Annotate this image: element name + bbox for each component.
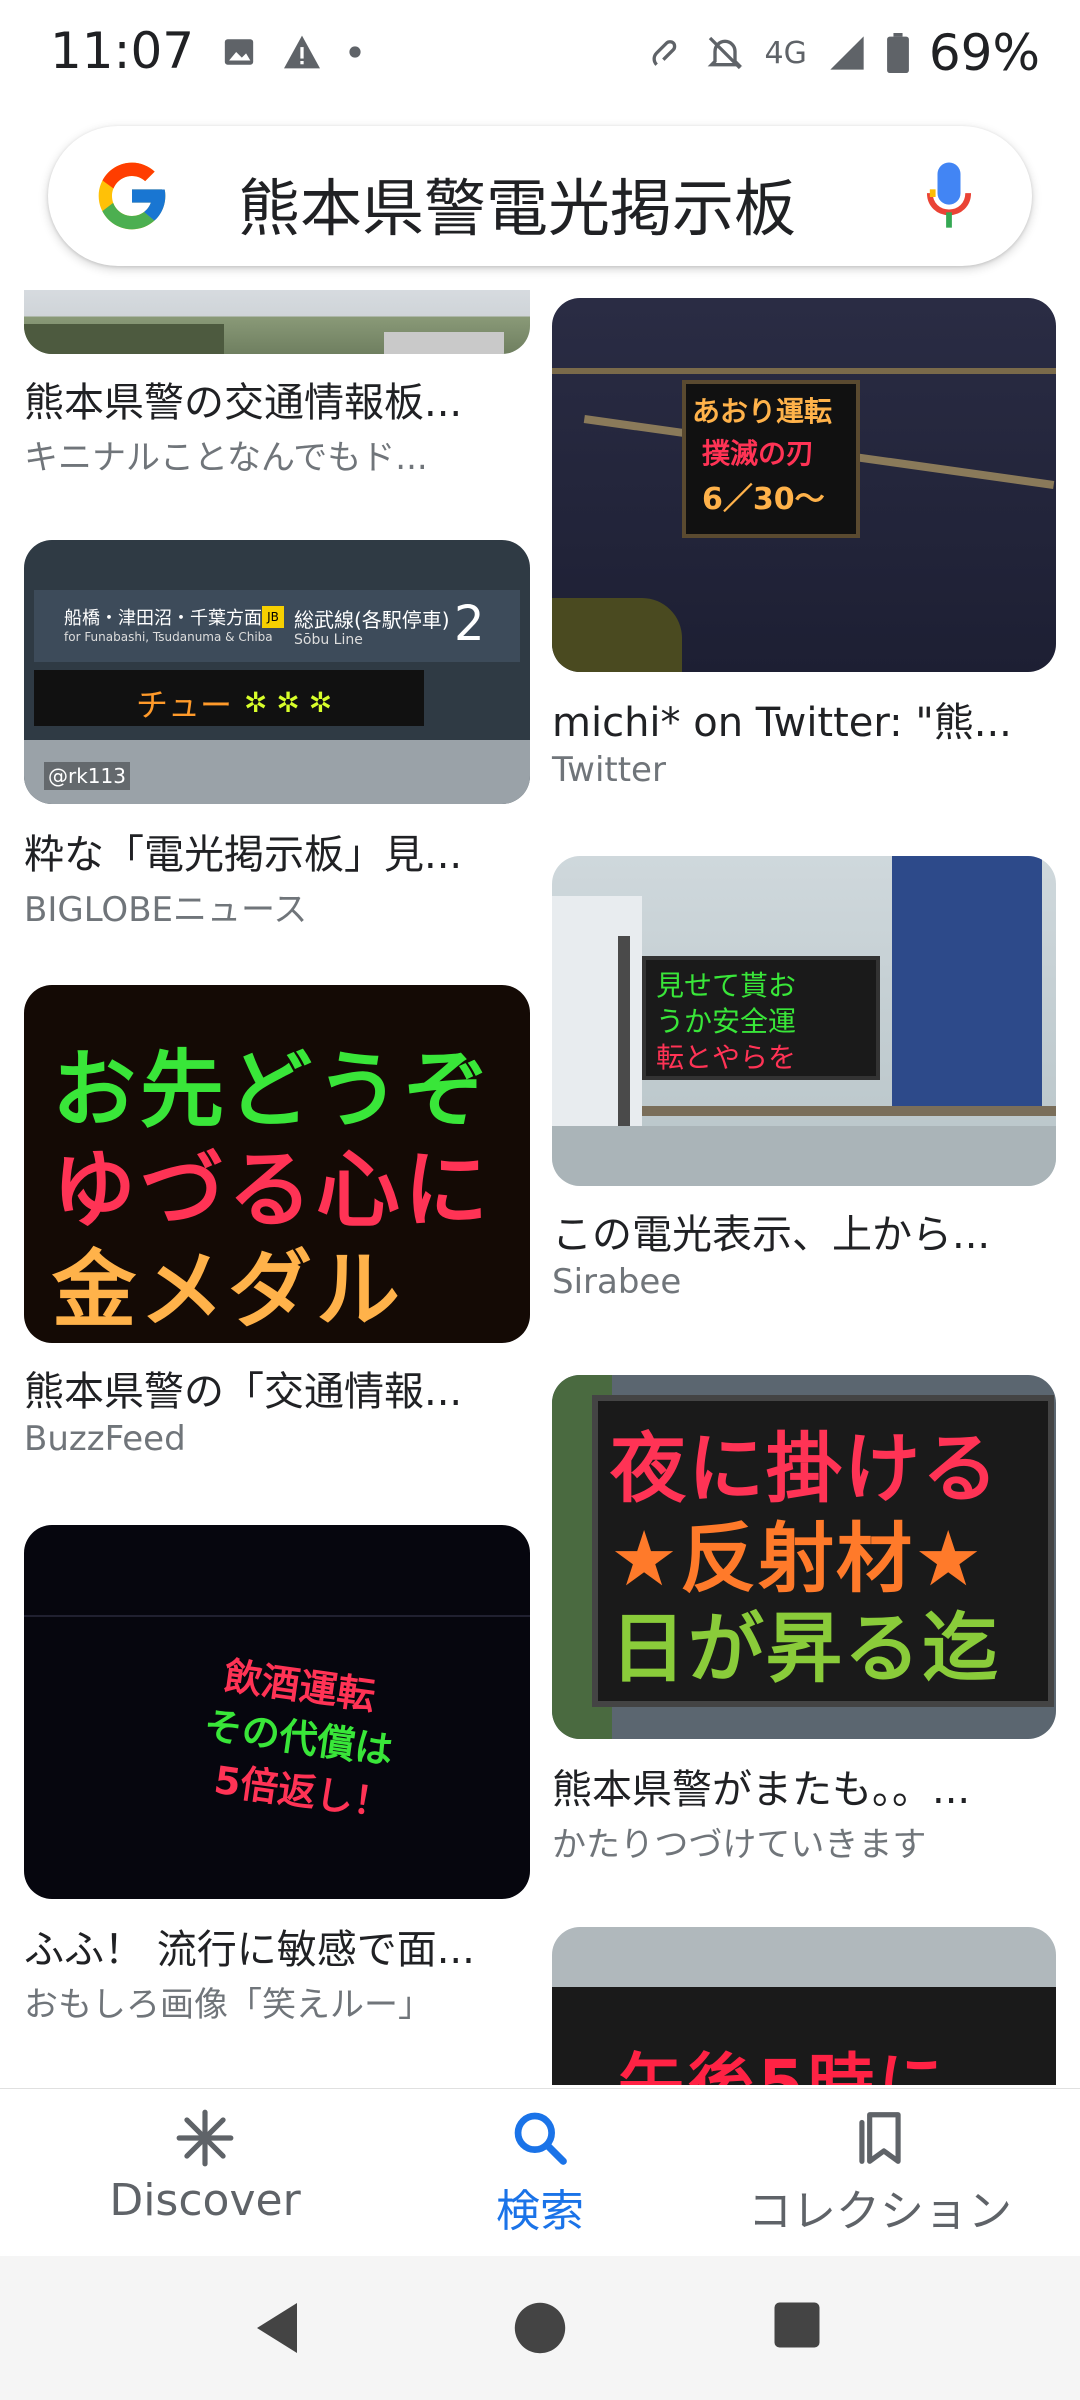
result-thumbnail[interactable]: 船橋・津田沼・千葉方面 for Funabashi, Tsudanuma & C… bbox=[24, 540, 530, 804]
result-thumbnail[interactable]: 午後5時に bbox=[552, 1927, 1056, 2085]
result-source: BIGLOBEニュース bbox=[24, 890, 308, 930]
result-title[interactable]: 熊本県警の「交通情報... bbox=[24, 1359, 462, 1417]
status-bar: 11:07 4G 69% bbox=[0, 0, 1080, 100]
network-type: 4G bbox=[764, 35, 807, 71]
image-results-grid: 熊本県警の交通情報板... キニナルことなんでもド... 船橋・津田沼・千葉方面… bbox=[0, 290, 1080, 2085]
nav-discover[interactable]: Discover bbox=[100, 2107, 310, 2226]
result-title[interactable]: ふふ！ 流行に敏感で面... bbox=[24, 1917, 475, 1975]
google-logo-icon bbox=[98, 162, 166, 230]
bottom-navigation: Discover 検索 コレクション bbox=[0, 2088, 1080, 2257]
system-navigation-bar bbox=[0, 2256, 1080, 2400]
led-line-3: 6／30～ bbox=[702, 482, 825, 517]
nfc-icon bbox=[652, 40, 676, 66]
result-title[interactable]: 粋な「電光掲示板」見... bbox=[24, 822, 462, 880]
asterisk-icon bbox=[176, 2109, 234, 2167]
led-line-3: 日が昇る迄 bbox=[610, 1604, 1000, 1693]
mute-icon bbox=[707, 36, 742, 70]
line-name-text: 総武線(各駅停車) bbox=[294, 608, 450, 632]
result-thumbnail[interactable]: 飲酒運転 その代償は 5倍返し！ bbox=[24, 1525, 530, 1899]
nav-collections[interactable]: コレクション bbox=[720, 2107, 1040, 2239]
led-line-1: 見せて貰お bbox=[656, 969, 797, 1002]
result-title[interactable]: 熊本県警の交通情報板... bbox=[24, 370, 462, 428]
result-card[interactable]: あおり運転 撲滅の刃 6／30～ michi* on Twitter: "熊..… bbox=[552, 298, 1056, 818]
home-icon[interactable] bbox=[512, 2300, 568, 2356]
result-card[interactable]: 夜に掛ける ★反射材★ 日が昇る迄 熊本県警がまたも。。... かたりつづけてい… bbox=[552, 1375, 1056, 1865]
result-source: かたりつづけていきます bbox=[552, 1825, 927, 1865]
collections-icon bbox=[859, 2112, 901, 2164]
led-line-3: 金メダル bbox=[52, 1241, 405, 1339]
nav-search[interactable]: 検索 bbox=[450, 2107, 630, 2239]
line-name-en: Sōbu Line bbox=[294, 632, 363, 648]
search-query-text[interactable]: 熊本県警電光掲示板 bbox=[238, 158, 796, 248]
battery-percent: 69% bbox=[928, 24, 1040, 82]
battery-icon bbox=[886, 33, 909, 73]
result-title[interactable]: 熊本県警がまたも。。... bbox=[552, 1757, 970, 1815]
result-card[interactable]: 飲酒運転 その代償は 5倍返し！ ふふ！ 流行に敏感で面... おもしろ画像「笑… bbox=[24, 1525, 530, 2025]
result-card[interactable]: 見せて貰お うか安全運 転とやらを この電光表示、上から... Sirabee bbox=[552, 856, 1056, 1326]
result-thumbnail[interactable]: お先どうぞ ゆづる心に 金メダル bbox=[24, 985, 530, 1343]
dot-icon bbox=[349, 46, 361, 58]
line-badge: JB bbox=[262, 606, 284, 628]
notification-icons bbox=[222, 34, 362, 70]
result-thumbnail[interactable]: 見せて貰お うか安全運 転とやらを bbox=[552, 856, 1056, 1186]
status-time: 11:07 bbox=[50, 22, 195, 80]
sign-direction-text: 船橋・津田沼・千葉方面 bbox=[64, 608, 262, 629]
search-icon bbox=[514, 2112, 567, 2165]
result-source: おもしろ画像「笑えルー」 bbox=[24, 1985, 432, 2025]
platform-number: 2 bbox=[454, 596, 485, 652]
led-ticker-text: チュー bbox=[136, 686, 233, 724]
led-line-1: 午後5時に bbox=[618, 2046, 948, 2085]
signal-icon bbox=[830, 36, 864, 70]
result-thumbnail[interactable] bbox=[24, 290, 530, 354]
result-thumbnail[interactable]: あおり運転 撲滅の刃 6／30～ bbox=[552, 298, 1056, 672]
nav-search-label: 検索 bbox=[496, 2186, 584, 2237]
image-notification-icon bbox=[224, 39, 254, 65]
result-thumbnail[interactable]: 夜に掛ける ★反射材★ 日が昇る迄 bbox=[552, 1375, 1056, 1739]
led-line-1: あおり運転 bbox=[692, 395, 833, 428]
nav-discover-label: Discover bbox=[109, 2175, 301, 2226]
led-line-3: 転とやらを bbox=[656, 1041, 797, 1074]
result-card[interactable]: 午後5時に bbox=[552, 1927, 1056, 2085]
system-status-icons: 4G 69% bbox=[645, 24, 1040, 82]
led-line-2: うか安全運 bbox=[656, 1005, 797, 1038]
result-title[interactable]: この電光表示、上から... bbox=[552, 1202, 990, 1260]
result-title[interactable]: michi* on Twitter: "熊... bbox=[552, 690, 1012, 748]
mic-icon[interactable] bbox=[926, 162, 972, 232]
led-line-2: 撲滅の刃 bbox=[702, 437, 815, 470]
result-card[interactable]: 熊本県警の交通情報板... キニナルことなんでもド... bbox=[24, 290, 530, 478]
warning-icon bbox=[284, 35, 320, 69]
search-bar[interactable]: 熊本県警電光掲示板 bbox=[48, 126, 1032, 266]
result-card[interactable]: お先どうぞ ゆづる心に 金メダル 熊本県警の「交通情報... BuzzFeed bbox=[24, 985, 530, 1465]
recents-icon[interactable] bbox=[772, 2300, 822, 2350]
nav-collections-label: コレクション bbox=[748, 2186, 1012, 2237]
back-icon[interactable] bbox=[252, 2300, 302, 2356]
result-source: BuzzFeed bbox=[24, 1419, 186, 1459]
result-source: キニナルことなんでもド... bbox=[24, 438, 428, 478]
sign-direction-en: for Funabashi, Tsudanuma & Chiba bbox=[64, 630, 273, 644]
result-card[interactable]: 船橋・津田沼・千葉方面 for Funabashi, Tsudanuma & C… bbox=[24, 540, 530, 930]
result-source: Twitter bbox=[552, 750, 666, 790]
photo-credit: @rk113 bbox=[44, 762, 130, 790]
result-source: Sirabee bbox=[552, 1262, 682, 1302]
